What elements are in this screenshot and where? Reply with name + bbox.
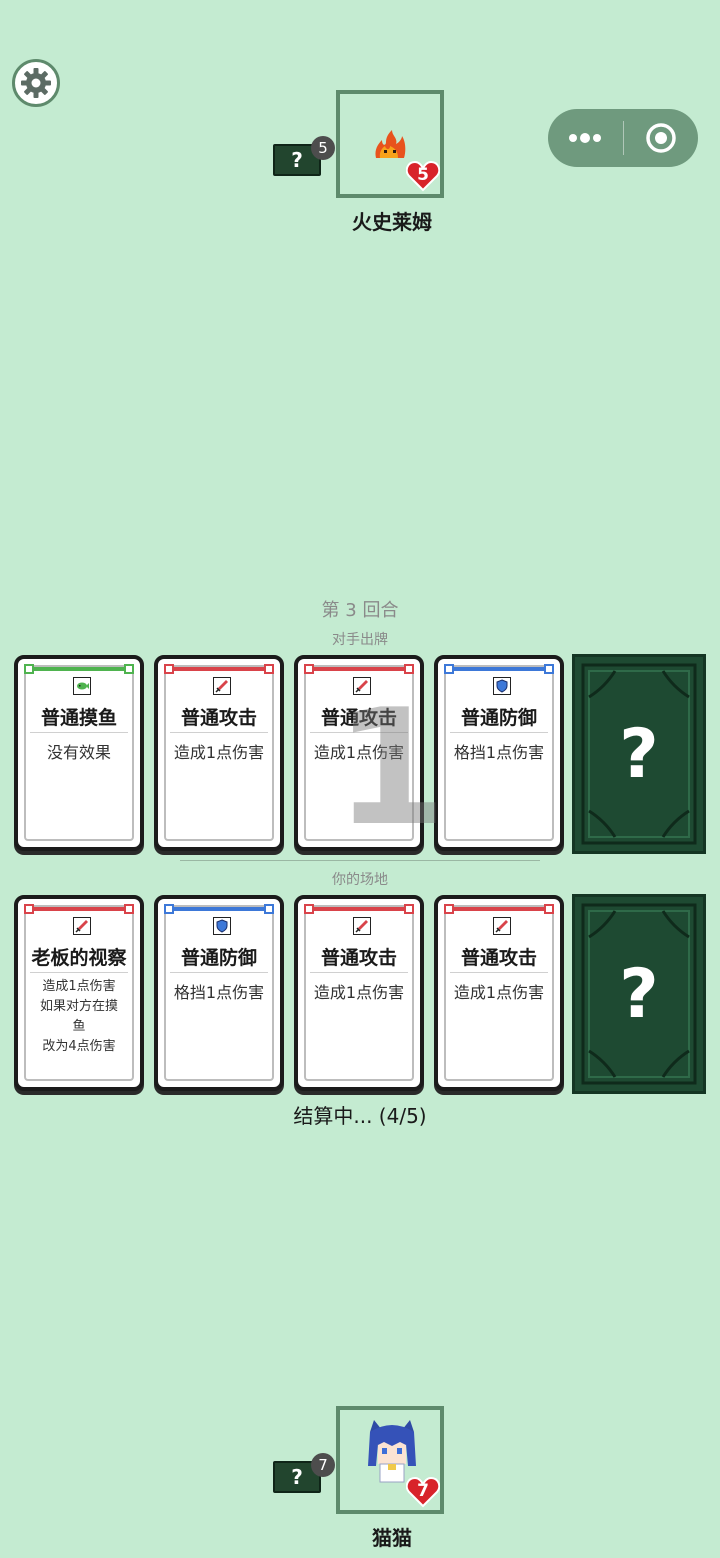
opponent-hp-value: 5 (417, 165, 429, 185)
player-card-1[interactable]: 老板的视察造成1点伤害 如果对方在摸 鱼 改为4点伤害 (14, 895, 144, 1091)
opponent-card-1: 普通摸鱼 没有效果 (14, 655, 144, 851)
mini-program-capsule (548, 109, 698, 167)
card-description: 造成1点伤害 (453, 983, 545, 1002)
card-title: 普通攻击 (460, 947, 537, 969)
card-type-bar (304, 664, 414, 674)
card-description: 造成1点伤害 (313, 983, 405, 1002)
opponent-play-label: 对手出牌 (332, 632, 388, 648)
more-dots-icon (569, 133, 602, 143)
resolve-status: 结算中... (4/5) (293, 1104, 427, 1128)
card-divider (450, 732, 548, 733)
countdown-number: 1 (335, 674, 447, 861)
card-divider (170, 972, 268, 973)
player-card-2[interactable]: 普通防御格挡1点伤害 (154, 895, 284, 1091)
player-deck-count: 7 (311, 1453, 335, 1477)
card-divider (450, 972, 548, 973)
deck-question-mark: ? (291, 148, 303, 172)
fire-slime-icon (375, 130, 406, 158)
card-title: 普通防御 (180, 947, 257, 969)
settings-button[interactable] (12, 59, 60, 107)
opponent-card-back: ? (572, 654, 706, 854)
gear-icon (21, 68, 51, 98)
card-title: 普通摸鱼 (40, 707, 117, 729)
player-name: 猫猫 (372, 1526, 412, 1550)
player-card-3[interactable]: 普通攻击造成1点伤害 (294, 895, 424, 1091)
card-description: 没有效果 (46, 743, 111, 762)
sword-icon (493, 917, 511, 935)
sword-icon (353, 917, 371, 935)
card-title: 普通防御 (460, 707, 537, 729)
player-hp-heart: 7 (406, 1476, 440, 1508)
card-title: 普通攻击 (180, 707, 257, 729)
opponent-deck-count: 5 (311, 136, 335, 160)
card-back-question: ? (619, 955, 659, 1034)
card-title: 普通攻击 (320, 947, 397, 969)
deck-question-mark: ? (291, 1465, 303, 1489)
card-divider (170, 732, 268, 733)
card-title: 老板的视察 (31, 947, 127, 969)
opponent-hp-heart: 5 (406, 160, 440, 192)
card-description: 造成1点伤害 如果对方在摸 鱼 改为4点伤害 (39, 979, 118, 1054)
sword-icon (73, 917, 91, 935)
sword-icon (213, 677, 231, 695)
card-description: 格挡1点伤害 (173, 983, 265, 1002)
capsule-menu-button[interactable] (548, 109, 623, 167)
card-type-bar (164, 664, 274, 674)
card-description: 造成1点伤害 (173, 743, 265, 762)
card-description: 格挡1点伤害 (453, 743, 545, 762)
player-card-4[interactable]: 普通攻击造成1点伤害 (434, 895, 564, 1091)
player-card-back: ? (572, 894, 706, 1094)
your-field-label: 你的场地 (332, 872, 388, 888)
card-divider (30, 972, 128, 973)
opponent-card-4: 普通防御格挡1点伤害 (434, 655, 564, 851)
card-divider (30, 732, 128, 733)
shield-icon (493, 677, 511, 695)
opponent-card-2: 普通攻击造成1点伤害 (154, 655, 284, 851)
player-hp-value: 7 (417, 1481, 429, 1501)
round-label: 第 3 回合 (321, 600, 399, 621)
card-type-bar (164, 904, 274, 914)
target-circle-icon (646, 123, 676, 153)
card-type-bar (24, 664, 134, 674)
shield-icon (213, 917, 231, 935)
field-divider (180, 860, 540, 861)
opponent-portrait: 5 (336, 90, 444, 198)
opponent-name: 火史莱姆 (352, 210, 432, 234)
player-portrait: 7 (336, 1406, 444, 1514)
capsule-close-button[interactable] (624, 109, 699, 167)
card-type-bar (444, 904, 554, 914)
card-divider (310, 972, 408, 973)
card-type-bar (24, 904, 134, 914)
fish-icon (73, 677, 91, 695)
card-type-bar (304, 904, 414, 914)
card-back-question: ? (619, 715, 659, 794)
card-type-bar (444, 664, 554, 674)
